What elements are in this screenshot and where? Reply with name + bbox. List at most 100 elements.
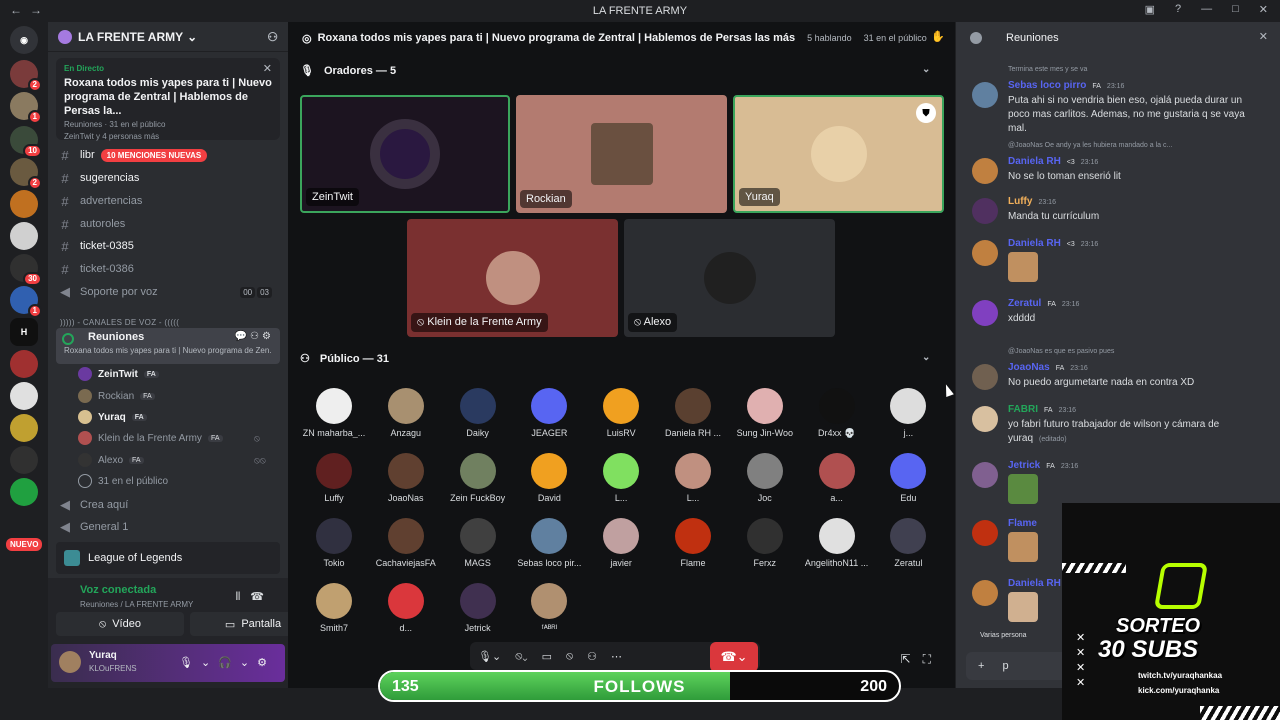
- channel-soporte-por-voz[interactable]: ◀ Soporte por voz 00 03: [56, 282, 280, 302]
- sticker-image[interactable]: [1008, 474, 1038, 504]
- avatar[interactable]: [972, 406, 998, 432]
- speaker-tile[interactable]: ZeinTwit: [300, 95, 510, 213]
- audience-member[interactable]: j...: [876, 388, 940, 438]
- disconnect-button[interactable]: ☎⌄: [710, 642, 758, 672]
- server-icon[interactable]: 1: [10, 92, 42, 124]
- inbox-icon[interactable]: ▣: [1145, 3, 1155, 16]
- message-author[interactable]: Daniela RH <3 23:16: [1008, 156, 1098, 167]
- message-author[interactable]: Flame: [1008, 518, 1037, 529]
- server-header[interactable]: LA FRENTE ARMY ⌄ ⚇: [48, 22, 288, 52]
- audience-section-header[interactable]: ⚇ Público — 31 ⌄: [300, 352, 930, 365]
- audience-member[interactable]: Flame: [661, 518, 725, 568]
- voice-user[interactable]: Yuraq FA: [78, 407, 147, 427]
- audience-member[interactable]: Luffy: [302, 453, 366, 503]
- audience-member[interactable]: Joc: [733, 453, 797, 503]
- audience-member[interactable]: ᶠᴬᴮᴿᴵ: [517, 583, 581, 633]
- audience-member[interactable]: a...: [805, 453, 869, 503]
- message-author[interactable]: Jetrick FA 23:16: [1008, 460, 1078, 471]
- raise-hand-icon[interactable]: ✋: [931, 30, 945, 43]
- voice-user[interactable]: ZeinTwit FA: [78, 364, 159, 384]
- server-icon[interactable]: 10: [10, 126, 42, 158]
- screen-share-icon[interactable]: ▭: [542, 650, 552, 663]
- audience-member[interactable]: L...: [589, 453, 653, 503]
- maximize-button[interactable]: □: [1232, 3, 1239, 16]
- popout-fullscreen-icons[interactable]: ⇱⛶: [901, 652, 943, 667]
- avatar[interactable]: [972, 198, 998, 224]
- close-button[interactable]: ✕: [1259, 3, 1268, 16]
- message-author[interactable]: Sebas loco pirro FA 23:16: [1008, 80, 1124, 91]
- activity-off-icon[interactable]: ⦸: [566, 650, 573, 663]
- plus-icon[interactable]: +: [978, 660, 984, 672]
- speaker-tile[interactable]: ⦸ Klein de la Frente Army: [407, 219, 618, 337]
- soundboard-icon[interactable]: ⚇: [587, 650, 597, 663]
- sticker-image[interactable]: [1008, 252, 1038, 282]
- discord-home-icon[interactable]: ◉: [10, 26, 38, 54]
- server-icon[interactable]: [10, 350, 38, 378]
- audience-member[interactable]: David: [517, 453, 581, 503]
- speaker-tile[interactable]: ⛊ Yuraq: [733, 95, 944, 213]
- avatar[interactable]: [972, 300, 998, 326]
- audience-member[interactable]: ZN maharba_...: [302, 388, 366, 438]
- audience-member[interactable]: Jetrick: [446, 583, 510, 633]
- close-icon[interactable]: ✕: [263, 62, 272, 75]
- audience-member[interactable]: d...: [374, 583, 438, 633]
- audience-member[interactable]: Daiky: [446, 388, 510, 438]
- server-icon[interactable]: 1: [10, 286, 42, 318]
- audience-member[interactable]: L...: [661, 453, 725, 503]
- server-icon[interactable]: [10, 478, 38, 506]
- audience-member[interactable]: JEAGER: [517, 388, 581, 438]
- voice-user[interactable]: Alexo FA ⦸⦸: [78, 450, 266, 470]
- reply-preview[interactable]: @JoaoNas Oe andy ya les hubiera mandado …: [1008, 142, 1172, 149]
- audience-member[interactable]: Sebas loco pir...: [517, 518, 581, 568]
- more-icon[interactable]: ⋯: [611, 650, 622, 663]
- server-icon[interactable]: 2: [10, 158, 42, 190]
- audience-member[interactable]: Sung Jin-Woo: [733, 388, 797, 438]
- channel-advertencias[interactable]: # advertencias: [56, 191, 280, 211]
- voice-room-reuniones[interactable]: Reuniones Roxana todos mis yapes para ti…: [56, 328, 280, 364]
- sticker-image[interactable]: [1008, 592, 1038, 622]
- avatar[interactable]: [972, 158, 998, 184]
- speaker-tile[interactable]: Rockian: [516, 95, 727, 213]
- channel-ticket-0385[interactable]: # ticket-0385: [56, 236, 280, 256]
- channel-general-1[interactable]: ◀ General 1: [56, 517, 280, 537]
- channel-crea-aqui[interactable]: ◀ Crea aquí: [56, 495, 280, 515]
- mic-icon[interactable]: 🎙⌄: [478, 650, 501, 663]
- avatar[interactable]: [972, 580, 998, 606]
- camera-off-icon[interactable]: ⦸⌄: [515, 650, 527, 663]
- voice-panel-actions[interactable]: ⫴☎: [236, 590, 274, 604]
- add-member-icon[interactable]: ⚇: [267, 30, 278, 44]
- speaker-tile[interactable]: ⦸ Alexo: [624, 219, 835, 337]
- voice-room-actions[interactable]: 💬⚇⚙: [235, 331, 274, 342]
- audience-member[interactable]: Ferxz: [733, 518, 797, 568]
- audience-member[interactable]: Anzagu: [374, 388, 438, 438]
- audience-member[interactable]: Zein FuckBoy: [446, 453, 510, 503]
- sticker-image[interactable]: [1008, 532, 1038, 562]
- user-controls[interactable]: 🎙⌄🎧⌄⚙: [179, 656, 275, 669]
- audience-member[interactable]: Tokio: [302, 518, 366, 568]
- message-author[interactable]: FABRI FA 23:16: [1008, 404, 1076, 415]
- avatar[interactable]: [972, 364, 998, 390]
- audience-member[interactable]: LuisRV: [589, 388, 653, 438]
- channel-sugerencias[interactable]: # sugerencias: [56, 168, 280, 188]
- video-button[interactable]: ⦸ Vídeo: [56, 612, 184, 636]
- close-icon[interactable]: ✕: [1259, 30, 1268, 43]
- server-icon[interactable]: 2: [10, 60, 42, 92]
- server-icon[interactable]: [10, 190, 38, 218]
- channel-ticket-0386[interactable]: # ticket-0386: [56, 259, 280, 279]
- audience-member[interactable]: MAGS: [446, 518, 510, 568]
- message-author[interactable]: JoaoNas FA 23:16: [1008, 362, 1088, 373]
- audience-member[interactable]: Smith7: [302, 583, 366, 633]
- server-icon[interactable]: H: [10, 318, 38, 346]
- avatar[interactable]: [59, 651, 81, 673]
- voice-user[interactable]: Klein de la Frente Army FA ⦸: [78, 428, 260, 448]
- avatar[interactable]: [972, 462, 998, 488]
- activity-game[interactable]: League of Legends: [56, 542, 280, 574]
- message-author[interactable]: Zeratul FA 23:16: [1008, 298, 1079, 309]
- message-author[interactable]: Daniela RH: [1008, 578, 1061, 589]
- channel-autoroles[interactable]: # autoroles: [56, 214, 280, 234]
- message-author[interactable]: Daniela RH <3 23:16: [1008, 238, 1098, 249]
- voice-location[interactable]: Reuniones / LA FRENTE ARMY: [80, 600, 193, 609]
- reply-preview[interactable]: @JoaoNas es que es pasivo pues: [1008, 348, 1114, 355]
- voice-category[interactable]: ))))) - CANALES DE VOZ - (((((: [60, 318, 179, 327]
- reply-preview[interactable]: Termina este mes y se va: [1008, 66, 1087, 73]
